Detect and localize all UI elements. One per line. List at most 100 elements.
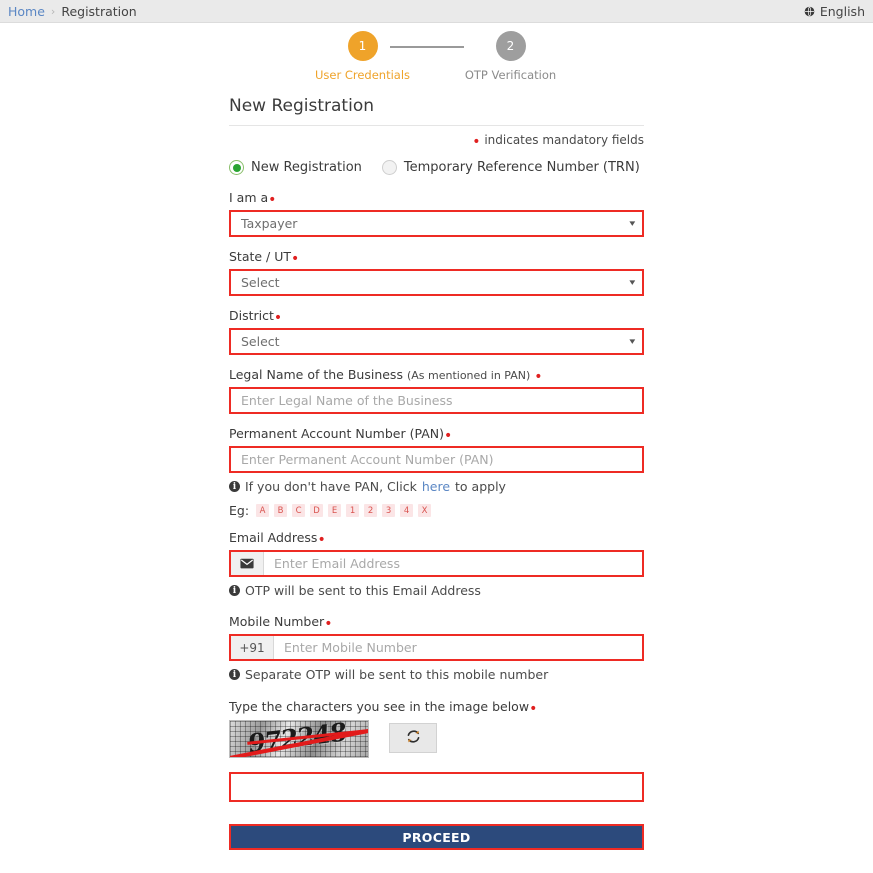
proceed-button[interactable]: PROCEED (229, 824, 644, 850)
email-label-text: Email Address (229, 530, 317, 545)
pan-input[interactable] (231, 448, 642, 471)
captcha-label-text: Type the characters you see in the image… (229, 699, 529, 714)
mandatory-fields-note: • indicates mandatory fields (229, 133, 644, 147)
pan-label: Permanent Account Number (PAN)• (229, 426, 644, 441)
mandatory-note-text: indicates mandatory fields (484, 133, 644, 147)
i-am-a-value: Taxpayer (241, 216, 297, 231)
legal-name-sublabel: (As mentioned in PAN) (407, 369, 530, 382)
state-ut-value: Select (241, 275, 280, 290)
globe-icon (804, 6, 815, 17)
state-ut-required-icon: • (291, 251, 299, 267)
pan-help-note: i If you don't have PAN, Click here to a… (229, 479, 644, 494)
pan-note-before: If you don't have PAN, Click (245, 479, 417, 494)
email-note-text: OTP will be sent to this Email Address (245, 583, 481, 598)
radio-new-registration-dot-icon (229, 160, 244, 175)
pan-field-wrap (229, 446, 644, 473)
pan-example-char: E (328, 504, 341, 517)
stepper-step-2-circle: 2 (496, 31, 526, 61)
captcha-field-wrap (229, 772, 644, 802)
pan-label-text: Permanent Account Number (PAN) (229, 426, 444, 441)
radio-trn-label: Temporary Reference Number (TRN) (404, 160, 640, 175)
mobile-label-text: Mobile Number (229, 614, 324, 629)
stepper-step-1-circle: 1 (348, 31, 378, 61)
breadcrumb-current: Registration (61, 4, 136, 19)
field-legal-name: Legal Name of the Business (As mentioned… (229, 367, 644, 414)
chevron-down-icon: ▾ (630, 337, 636, 347)
info-icon: i (229, 669, 240, 680)
page-title: New Registration (229, 96, 644, 116)
field-state-ut: State / UT• Select ▾ (229, 249, 644, 296)
stepper-step-1-label: User Credentials (315, 68, 410, 82)
pan-required-icon: • (444, 428, 452, 444)
captcha-image: 972248 (229, 720, 369, 758)
refresh-icon (406, 729, 421, 748)
pan-apply-link[interactable]: here (422, 479, 450, 494)
mobile-otp-note: i Separate OTP will be sent to this mobi… (229, 667, 644, 682)
breadcrumb-home-link[interactable]: Home (8, 4, 45, 19)
email-label: Email Address• (229, 530, 644, 545)
legal-name-input[interactable] (231, 389, 642, 412)
mobile-label: Mobile Number• (229, 614, 644, 629)
radio-trn[interactable]: Temporary Reference Number (TRN) (382, 160, 640, 175)
state-ut-label: State / UT• (229, 249, 644, 264)
title-divider (229, 125, 644, 126)
district-label-text: District (229, 308, 274, 323)
field-pan: Permanent Account Number (PAN)• (229, 426, 644, 473)
legal-name-label: Legal Name of the Business (As mentioned… (229, 367, 644, 382)
captcha-refresh-button[interactable] (389, 723, 437, 753)
language-selector[interactable]: English (804, 4, 865, 19)
stepper-step-otp-verification[interactable]: 2 OTP Verification (465, 31, 557, 82)
mobile-required-icon: • (324, 616, 332, 632)
registration-type-radio-group: New Registration Temporary Reference Num… (229, 160, 644, 175)
field-email: Email Address• (229, 530, 644, 577)
i-am-a-label-text: I am a (229, 190, 268, 205)
pan-example-char: D (310, 504, 323, 517)
pan-example-char: X (418, 504, 431, 517)
language-label: English (820, 4, 865, 19)
country-code-prefix: +91 (231, 636, 274, 659)
captcha-required-icon: • (529, 701, 537, 717)
chevron-down-icon: ▾ (630, 219, 636, 229)
pan-example-char: 3 (382, 504, 395, 517)
pan-example-char: 1 (346, 504, 359, 517)
captcha-input[interactable] (231, 774, 642, 800)
district-value: Select (241, 334, 280, 349)
radio-new-registration-label: New Registration (251, 160, 362, 175)
pan-example-char: A (256, 504, 269, 517)
district-select[interactable]: Select ▾ (229, 328, 644, 355)
district-label: District• (229, 308, 644, 323)
legal-name-field-wrap (229, 387, 644, 414)
captcha-row: 972248 (229, 720, 644, 758)
legal-name-required-icon: • (534, 369, 542, 385)
email-input[interactable] (264, 552, 642, 575)
field-i-am-a: I am a• Taxpayer ▾ (229, 190, 644, 237)
mobile-field-wrap: +91 (229, 634, 644, 661)
pan-example-char: B (274, 504, 287, 517)
radio-new-registration[interactable]: New Registration (229, 160, 362, 175)
i-am-a-select[interactable]: Taxpayer ▾ (229, 210, 644, 237)
info-icon: i (229, 481, 240, 492)
pan-example-char: 4 (400, 504, 413, 517)
i-am-a-required-icon: • (268, 192, 276, 208)
chevron-down-icon: ▾ (630, 278, 636, 288)
stepper-step-2-label: OTP Verification (465, 68, 556, 82)
topbar: Home › Registration English (0, 0, 873, 23)
pan-example-label: Eg: (229, 503, 249, 518)
pan-example-char: C (292, 504, 305, 517)
email-field-wrap (229, 550, 644, 577)
district-required-icon: • (274, 310, 282, 326)
field-district: District• Select ▾ (229, 308, 644, 355)
mobile-input[interactable] (274, 636, 642, 659)
breadcrumb: Home › Registration (8, 4, 137, 19)
progress-stepper: 1 User Credentials 2 OTP Verification (0, 31, 873, 82)
stepper-step-user-credentials[interactable]: 1 User Credentials (317, 31, 409, 82)
pan-example: Eg: A B C D E 1 2 3 4 X (229, 503, 644, 518)
email-required-icon: • (317, 532, 325, 548)
state-ut-select[interactable]: Select ▾ (229, 269, 644, 296)
registration-form: New Registration • indicates mandatory f… (229, 82, 644, 850)
radio-trn-dot-icon (382, 160, 397, 175)
state-ut-label-text: State / UT (229, 249, 291, 264)
breadcrumb-separator-icon: › (51, 5, 55, 18)
pan-example-char: 2 (364, 504, 377, 517)
legal-name-label-text: Legal Name of the Business (229, 367, 403, 382)
